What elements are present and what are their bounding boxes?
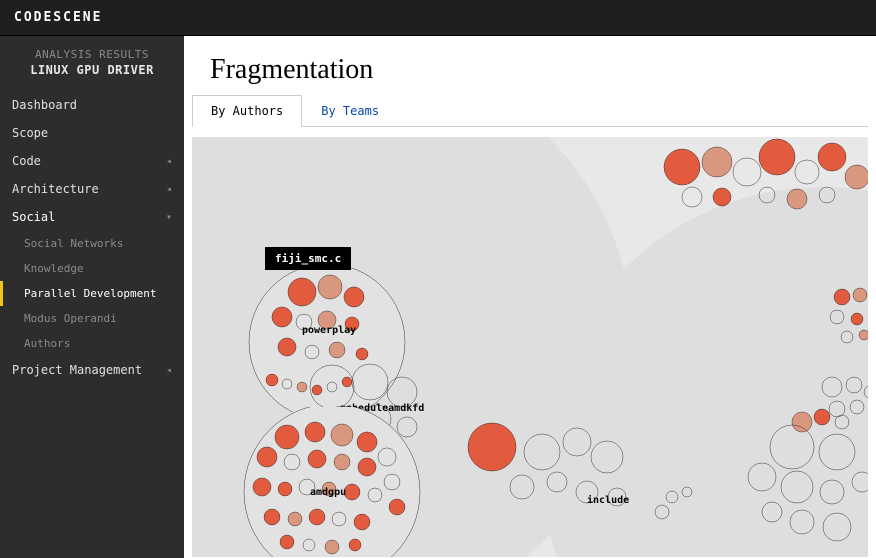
topbar: CODESCENE [0, 0, 876, 36]
cluster-right-b[interactable] [812, 367, 868, 427]
brand-logo: CODESCENE [14, 10, 102, 25]
tab-by-authors[interactable]: By Authors [192, 95, 302, 127]
caret-down-icon: ▾ [166, 212, 172, 223]
nav-knowledge[interactable]: Knowledge [0, 256, 184, 281]
analysis-results-label: ANALYSIS RESULTS [0, 48, 184, 61]
nav-dashboard-label: Dashboard [12, 98, 77, 112]
nav-parallel-development[interactable]: Parallel Development [0, 281, 184, 306]
nav-authors[interactable]: Authors [0, 331, 184, 356]
nav-social[interactable]: Social ▾ [0, 203, 184, 231]
cluster-topright[interactable] [662, 137, 868, 227]
nav-social-label: Social [12, 210, 55, 224]
main-content: Fragmentation By Authors By Teams fiji_s… [184, 36, 876, 558]
caret-left-icon: ◂ [166, 365, 172, 376]
nav-project-management[interactable]: Project Management ◂ [0, 356, 184, 384]
caret-left-icon: ◂ [166, 184, 172, 195]
nav-pm-label: Project Management [12, 363, 142, 377]
nav-modus-operandi[interactable]: Modus Operandi [0, 306, 184, 331]
nav-dashboard[interactable]: Dashboard [0, 91, 184, 119]
cluster-include[interactable] [462, 407, 868, 557]
nav-scope-label: Scope [12, 126, 48, 140]
tabs: By Authors By Teams [192, 94, 868, 127]
nav-architecture[interactable]: Architecture ◂ [0, 175, 184, 203]
nav-code[interactable]: Code ◂ [0, 147, 184, 175]
caret-left-icon: ◂ [166, 156, 172, 167]
cluster-right-a[interactable] [822, 277, 868, 357]
cluster-amdgpu[interactable] [237, 407, 427, 557]
nav-code-label: Code [12, 154, 41, 168]
app-shell: ANALYSIS RESULTS LINUX GPU DRIVER Dashbo… [0, 36, 876, 558]
sidebar-header: ANALYSIS RESULTS LINUX GPU DRIVER [0, 36, 184, 91]
page-title: Fragmentation [184, 36, 876, 94]
nav-scope[interactable]: Scope [0, 119, 184, 147]
project-name: LINUX GPU DRIVER [0, 63, 184, 77]
fragmentation-visualization[interactable]: fiji_smc.c powerplay [192, 137, 868, 557]
tab-by-teams[interactable]: By Teams [302, 95, 398, 127]
nav-social-networks[interactable]: Social Networks [0, 231, 184, 256]
file-tooltip: fiji_smc.c [265, 247, 351, 270]
nav-architecture-label: Architecture [12, 182, 99, 196]
sidebar: ANALYSIS RESULTS LINUX GPU DRIVER Dashbo… [0, 36, 184, 558]
